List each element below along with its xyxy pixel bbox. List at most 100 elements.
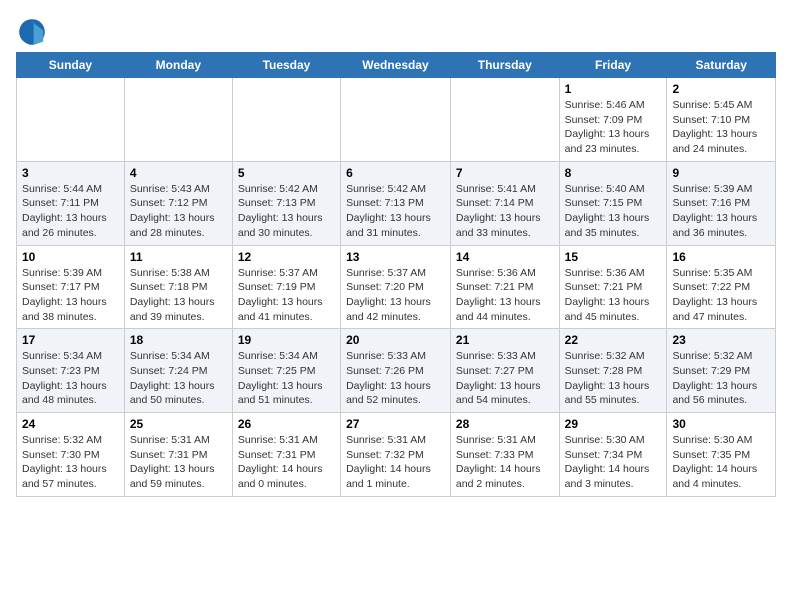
calendar-cell: 19Sunrise: 5:34 AM Sunset: 7:25 PM Dayli…	[232, 329, 340, 413]
calendar-cell	[124, 78, 232, 162]
calendar-cell: 11 Sunrise: 5:38 AM Sunset: 7:18 PM Dayli…	[124, 245, 232, 329]
cell-content: Sunrise: 5:31 AM Sunset: 7:31 PM Dayligh…	[130, 433, 227, 492]
day-number: 24	[22, 417, 119, 431]
day-number: 7	[456, 166, 554, 180]
cell-content: Sunrise: 5:31 AM Sunset: 7:33 PM Dayligh…	[456, 433, 554, 492]
cell-content: Sunrise: 5:38 AM Sunset: 7:18 PM Dayligh…	[130, 266, 227, 325]
calendar-cell: 12 Sunrise: 5:37 AM Sunset: 7:19 PM Dayli…	[232, 245, 340, 329]
cell-content: Sunrise: 5:39 AM Sunset: 7:16 PM Dayligh…	[672, 182, 770, 241]
cell-content: Sunrise: 5:30 AM Sunset: 7:35 PM Dayligh…	[672, 433, 770, 492]
day-number: 15	[565, 250, 662, 264]
day-of-week-header: Saturday	[667, 53, 776, 78]
cell-content: Sunrise: 5:36 AM Sunset: 7:21 PM Dayligh…	[456, 266, 554, 325]
calendar-cell: 13 Sunrise: 5:37 AM Sunset: 7:20 PM Dayli…	[341, 245, 451, 329]
cell-content: Sunrise: 5:34 AM Sunset: 7:25 PM Dayligh…	[238, 349, 335, 408]
cell-content: Sunrise: 5:31 AM Sunset: 7:31 PM Dayligh…	[238, 433, 335, 492]
cell-content: Sunrise: 5:45 AM Sunset: 7:10 PM Dayligh…	[672, 98, 770, 157]
cell-content: Sunrise: 5:42 AM Sunset: 7:13 PM Dayligh…	[346, 182, 445, 241]
cell-content: Sunrise: 5:36 AM Sunset: 7:21 PM Dayligh…	[565, 266, 662, 325]
day-number: 10	[22, 250, 119, 264]
cell-content: Sunrise: 5:40 AM Sunset: 7:15 PM Dayligh…	[565, 182, 662, 241]
day-number: 13	[346, 250, 445, 264]
cell-content: Sunrise: 5:32 AM Sunset: 7:30 PM Dayligh…	[22, 433, 119, 492]
day-number: 16	[672, 250, 770, 264]
cell-content: Sunrise: 5:37 AM Sunset: 7:19 PM Dayligh…	[238, 266, 335, 325]
day-number: 14	[456, 250, 554, 264]
calendar-cell: 7 Sunrise: 5:41 AM Sunset: 7:14 PM Daylig…	[450, 161, 559, 245]
day-number: 3	[22, 166, 119, 180]
cell-content: Sunrise: 5:33 AM Sunset: 7:27 PM Dayligh…	[456, 349, 554, 408]
day-number: 29	[565, 417, 662, 431]
day-number: 30	[672, 417, 770, 431]
calendar-cell: 30 Sunrise: 5:30 AM Sunset: 7:35 PM Dayli…	[667, 413, 776, 497]
day-number: 18	[130, 333, 227, 347]
day-number: 20	[346, 333, 445, 347]
day-of-week-header: Wednesday	[341, 53, 451, 78]
day-number: 28	[456, 417, 554, 431]
calendar-week-row: 17 Sunrise: 5:34 AM Sunset: 7:23 PM Dayli…	[17, 329, 776, 413]
calendar-cell: 6Sunrise: 5:42 AM Sunset: 7:13 PM Daylig…	[341, 161, 451, 245]
calendar-week-row: 10 Sunrise: 5:39 AM Sunset: 7:17 PM Dayli…	[17, 245, 776, 329]
calendar-cell	[341, 78, 451, 162]
cell-content: Sunrise: 5:42 AM Sunset: 7:13 PM Dayligh…	[238, 182, 335, 241]
day-number: 17	[22, 333, 119, 347]
logo	[16, 16, 52, 48]
day-number: 2	[672, 82, 770, 96]
calendar-cell: 1 Sunrise: 5:46 AM Sunset: 7:09 PM Daylig…	[559, 78, 667, 162]
day-number: 12	[238, 250, 335, 264]
logo-icon	[16, 16, 48, 48]
calendar-cell: 9Sunrise: 5:39 AM Sunset: 7:16 PM Daylig…	[667, 161, 776, 245]
cell-content: Sunrise: 5:34 AM Sunset: 7:24 PM Dayligh…	[130, 349, 227, 408]
calendar-cell: 27 Sunrise: 5:31 AM Sunset: 7:32 PM Dayli…	[341, 413, 451, 497]
day-of-week-header: Thursday	[450, 53, 559, 78]
day-number: 8	[565, 166, 662, 180]
calendar-cell: 21 Sunrise: 5:33 AM Sunset: 7:27 PM Dayli…	[450, 329, 559, 413]
calendar-cell: 18 Sunrise: 5:34 AM Sunset: 7:24 PM Dayli…	[124, 329, 232, 413]
header	[16, 16, 776, 48]
calendar-cell: 29 Sunrise: 5:30 AM Sunset: 7:34 PM Dayli…	[559, 413, 667, 497]
day-of-week-header: Friday	[559, 53, 667, 78]
cell-content: Sunrise: 5:33 AM Sunset: 7:26 PM Dayligh…	[346, 349, 445, 408]
cell-content: Sunrise: 5:46 AM Sunset: 7:09 PM Dayligh…	[565, 98, 662, 157]
day-number: 27	[346, 417, 445, 431]
calendar-cell: 16 Sunrise: 5:35 AM Sunset: 7:22 PM Dayli…	[667, 245, 776, 329]
day-number: 22	[565, 333, 662, 347]
calendar-cell: 22Sunrise: 5:32 AM Sunset: 7:28 PM Dayli…	[559, 329, 667, 413]
calendar-cell: 26Sunrise: 5:31 AM Sunset: 7:31 PM Dayli…	[232, 413, 340, 497]
cell-content: Sunrise: 5:43 AM Sunset: 7:12 PM Dayligh…	[130, 182, 227, 241]
calendar-header-row: SundayMondayTuesdayWednesdayThursdayFrid…	[17, 53, 776, 78]
day-number: 23	[672, 333, 770, 347]
day-of-week-header: Tuesday	[232, 53, 340, 78]
calendar-cell	[17, 78, 125, 162]
cell-content: Sunrise: 5:30 AM Sunset: 7:34 PM Dayligh…	[565, 433, 662, 492]
calendar-week-row: 1 Sunrise: 5:46 AM Sunset: 7:09 PM Daylig…	[17, 78, 776, 162]
day-number: 25	[130, 417, 227, 431]
calendar-cell: 2 Sunrise: 5:45 AM Sunset: 7:10 PM Daylig…	[667, 78, 776, 162]
calendar-cell: 14 Sunrise: 5:36 AM Sunset: 7:21 PM Dayli…	[450, 245, 559, 329]
day-of-week-header: Monday	[124, 53, 232, 78]
cell-content: Sunrise: 5:31 AM Sunset: 7:32 PM Dayligh…	[346, 433, 445, 492]
calendar-table: SundayMondayTuesdayWednesdayThursdayFrid…	[16, 52, 776, 497]
calendar-cell: 24 Sunrise: 5:32 AM Sunset: 7:30 PM Dayli…	[17, 413, 125, 497]
cell-content: Sunrise: 5:32 AM Sunset: 7:29 PM Dayligh…	[672, 349, 770, 408]
day-of-week-header: Sunday	[17, 53, 125, 78]
calendar-cell: 5 Sunrise: 5:42 AM Sunset: 7:13 PM Daylig…	[232, 161, 340, 245]
calendar-cell: 15 Sunrise: 5:36 AM Sunset: 7:21 PM Dayli…	[559, 245, 667, 329]
calendar-cell: 17 Sunrise: 5:34 AM Sunset: 7:23 PM Dayli…	[17, 329, 125, 413]
day-number: 11	[130, 250, 227, 264]
cell-content: Sunrise: 5:37 AM Sunset: 7:20 PM Dayligh…	[346, 266, 445, 325]
cell-content: Sunrise: 5:35 AM Sunset: 7:22 PM Dayligh…	[672, 266, 770, 325]
day-number: 1	[565, 82, 662, 96]
day-number: 4	[130, 166, 227, 180]
calendar-cell: 4 Sunrise: 5:43 AM Sunset: 7:12 PM Daylig…	[124, 161, 232, 245]
calendar-cell: 25 Sunrise: 5:31 AM Sunset: 7:31 PM Dayli…	[124, 413, 232, 497]
calendar-cell: 20 Sunrise: 5:33 AM Sunset: 7:26 PM Dayli…	[341, 329, 451, 413]
cell-content: Sunrise: 5:41 AM Sunset: 7:14 PM Dayligh…	[456, 182, 554, 241]
calendar-cell	[232, 78, 340, 162]
cell-content: Sunrise: 5:39 AM Sunset: 7:17 PM Dayligh…	[22, 266, 119, 325]
calendar-cell: 28 Sunrise: 5:31 AM Sunset: 7:33 PM Dayli…	[450, 413, 559, 497]
cell-content: Sunrise: 5:34 AM Sunset: 7:23 PM Dayligh…	[22, 349, 119, 408]
day-number: 5	[238, 166, 335, 180]
calendar-cell	[450, 78, 559, 162]
day-number: 21	[456, 333, 554, 347]
